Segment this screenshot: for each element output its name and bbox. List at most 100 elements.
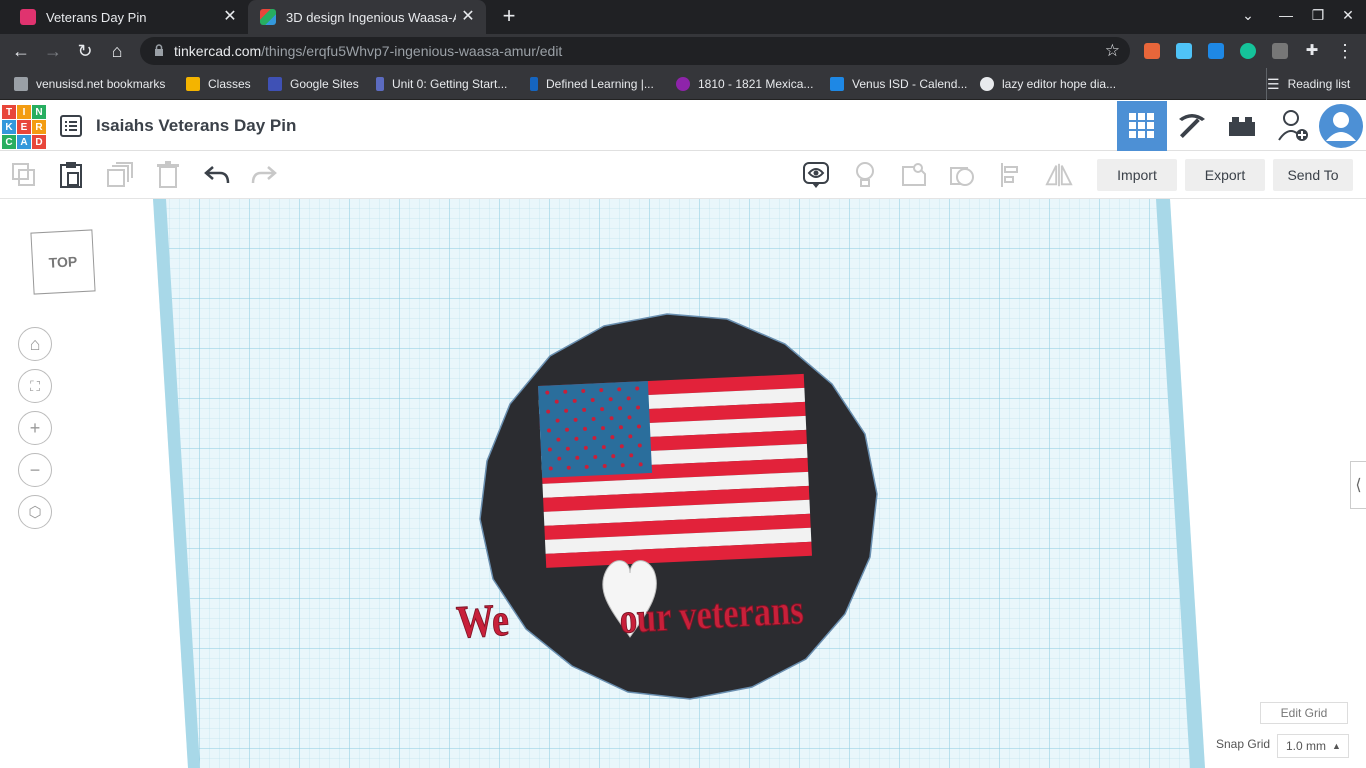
browser-tab-3d-design[interactable]: 3D design Ingenious Waasa-Am ✕ — [248, 0, 486, 34]
home-view-icon[interactable]: ⌂ — [18, 327, 52, 361]
model-text-our-veterans[interactable]: our veterans — [618, 587, 805, 643]
url-text: tinkercad.com/things/erqfu5Whvp7-ingenio… — [174, 43, 562, 59]
undo-icon[interactable] — [203, 161, 231, 189]
folder-icon — [14, 77, 28, 91]
tab-search-chevron-icon[interactable]: ⌄ — [1238, 7, 1258, 24]
reload-icon[interactable]: ↻ — [74, 40, 96, 62]
extension-icon[interactable] — [1144, 43, 1160, 59]
import-button[interactable]: Import — [1097, 159, 1177, 191]
bookmark-item[interactable]: Venus ISD - Calend... — [830, 68, 967, 100]
calendar-icon — [830, 77, 844, 91]
design-list-icon[interactable] — [60, 115, 82, 137]
chrome-menu-icon[interactable]: ⋮ — [1334, 40, 1356, 62]
bookmark-item[interactable]: 1810 - 1821 Mexica... — [676, 68, 813, 100]
logo-letter: N — [32, 105, 46, 119]
reading-list-icon: ☰ — [1267, 75, 1280, 92]
design-title[interactable]: Isaiahs Veterans Day Pin — [96, 116, 296, 136]
grammarly-icon[interactable] — [1240, 43, 1256, 59]
sites-icon — [268, 77, 282, 91]
workplane-canvas[interactable]: We our veterans — [0, 199, 1366, 768]
zoom-in-icon[interactable]: + — [18, 411, 52, 445]
schoology-icon — [376, 77, 384, 91]
url-path: /things/erqfu5Whvp7-ingenious-waasa-amur… — [261, 43, 563, 59]
panel-toggle-chevron-icon[interactable]: ⟨ — [1350, 461, 1366, 509]
send-to-button[interactable]: Send To — [1273, 159, 1353, 191]
bookmark-item[interactable]: venusisd.net bookmarks — [14, 68, 165, 100]
reading-list[interactable]: ☰ Reading list — [1266, 68, 1350, 100]
bookmark-label: Classes — [208, 77, 251, 91]
bookmark-label: Defined Learning |... — [546, 77, 654, 91]
bookmark-item[interactable]: Classes — [186, 68, 251, 100]
show-all-eye-icon[interactable] — [802, 161, 830, 189]
duplicate-icon[interactable] — [106, 161, 134, 189]
logo-letter: I — [17, 105, 31, 119]
extensions-puzzle-icon[interactable]: ✚ — [1304, 43, 1320, 59]
bookmarks-bar: venusisd.net bookmarks Classes Google Si… — [0, 68, 1366, 100]
user-avatar[interactable] — [1316, 101, 1366, 151]
grid-icon — [1129, 113, 1154, 138]
group-icon[interactable] — [900, 161, 928, 189]
blocks-view-button[interactable] — [1167, 101, 1217, 151]
window-close-icon[interactable]: ✕ — [1338, 7, 1358, 24]
flag-shape[interactable] — [538, 373, 812, 568]
logo-letter: K — [2, 120, 16, 134]
snap-grid-label: Snap Grid — [1216, 737, 1271, 751]
globe-icon — [980, 77, 994, 91]
tab-title: 3D design Ingenious Waasa-Am — [286, 9, 456, 25]
pickaxe-icon — [1179, 114, 1205, 139]
bookmark-label: Venus ISD - Calend... — [852, 77, 968, 91]
export-button[interactable]: Export — [1185, 159, 1265, 191]
align-icon[interactable] — [998, 161, 1026, 189]
bookmark-label: Google Sites — [290, 77, 359, 91]
restore-icon[interactable]: ❐ — [1308, 7, 1328, 24]
extension-icon[interactable] — [1272, 43, 1288, 59]
logo-letter: T — [2, 105, 16, 119]
perspective-cube-icon[interactable]: ⬡ — [18, 495, 52, 529]
bookmark-item[interactable]: Google Sites — [268, 68, 359, 100]
close-icon[interactable]: ✕ — [460, 9, 476, 25]
trash-icon[interactable] — [154, 161, 182, 189]
address-bar[interactable]: tinkercad.com/things/erqfu5Whvp7-ingenio… — [140, 37, 1130, 65]
close-icon[interactable]: ✕ — [222, 9, 238, 25]
browser-tab-veterans-day-pin[interactable]: Veterans Day Pin ✕ — [8, 0, 248, 34]
app-header: T I N K E R C A D Isaiahs Veterans Day P… — [0, 101, 1366, 151]
minimize-icon[interactable]: — — [1276, 7, 1296, 23]
tab-favicon-icon — [20, 9, 36, 25]
extension-icon[interactable] — [1176, 43, 1192, 59]
mirror-icon[interactable] — [1045, 161, 1073, 189]
view-cube[interactable]: TOP — [30, 229, 96, 295]
model-text-we[interactable]: We — [455, 595, 511, 649]
snap-grid-select[interactable]: 1.0 mm ▲ — [1277, 734, 1349, 758]
tinkercad-logo[interactable]: T I N K E R C A D — [2, 105, 46, 149]
3d-view-button[interactable] — [1117, 101, 1167, 151]
bookmark-star-icon[interactable]: ☆ — [1105, 41, 1120, 61]
copy-icon[interactable] — [10, 161, 38, 189]
bookmark-item[interactable]: Unit 0: Getting Start... — [376, 68, 507, 100]
url-host: tinkercad.com — [174, 43, 262, 59]
edit-toolbar: Import Export Send To — [0, 151, 1366, 199]
logo-letter: E — [17, 120, 31, 134]
forward-arrow-icon[interactable]: → — [42, 40, 64, 62]
bricks-view-button[interactable] — [1217, 101, 1267, 151]
home-icon[interactable]: ⌂ — [106, 40, 128, 62]
quizizz-icon — [676, 77, 690, 91]
workplane-viewport[interactable]: We our veterans TOP ⌂ ⛶ + − ⬡ ⟨ Edit Gri… — [0, 199, 1366, 768]
invite-user-button[interactable] — [1268, 101, 1318, 151]
zoom-out-icon[interactable]: − — [18, 453, 52, 487]
lightbulb-icon[interactable] — [851, 161, 879, 189]
browser-toolbar: ← → ↻ ⌂ tinkercad.com/things/erqfu5Whvp7… — [0, 34, 1366, 68]
extension-icon[interactable] — [1208, 43, 1224, 59]
bookmark-item[interactable]: lazy editor hope dia... — [980, 68, 1116, 100]
ungroup-icon[interactable] — [949, 161, 977, 189]
back-arrow-icon[interactable]: ← — [10, 40, 32, 62]
paste-icon[interactable] — [57, 161, 85, 189]
new-tab-plus-icon[interactable]: + — [498, 5, 520, 27]
lock-icon — [155, 44, 163, 56]
fit-view-icon[interactable]: ⛶ — [18, 369, 52, 403]
bookmark-item[interactable]: Defined Learning |... — [530, 68, 654, 100]
classroom-icon — [186, 77, 200, 91]
redo-icon[interactable] — [250, 161, 278, 189]
avatar-icon — [1319, 104, 1363, 148]
edit-grid-button[interactable]: Edit Grid — [1260, 702, 1348, 724]
logo-letter: R — [32, 120, 46, 134]
